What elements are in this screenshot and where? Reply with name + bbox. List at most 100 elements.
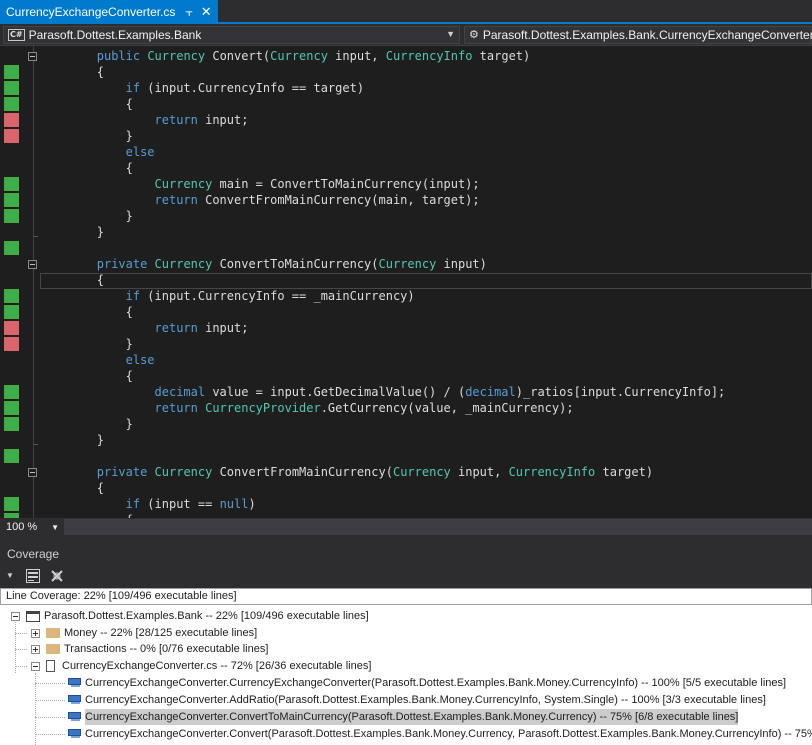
tree-row-method[interactable]: CurrencyExchangeConverter.AddRatio(Paras…: [68, 692, 766, 708]
collapse-icon[interactable]: [31, 661, 40, 671]
tree-label: CurrencyExchangeConverter.cs -- 72% [26/…: [62, 660, 372, 672]
code-line: private Currency ConvertToMainCurrency(C…: [97, 256, 487, 272]
tree-row-method-selected[interactable]: CurrencyExchangeConverter.ConvertToMainC…: [68, 709, 739, 725]
keyword-token: else: [125, 353, 155, 367]
code-token: ConvertToMainCurrency(: [212, 257, 379, 271]
tree-row-transactions[interactable]: Transactions -- 0% [0/76 executable line…: [31, 641, 268, 657]
expand-icon[interactable]: [31, 644, 40, 654]
type-token: CurrencyProvider: [205, 401, 321, 415]
code-token: (input.CurrencyInfo == _mainCurrency): [140, 289, 415, 303]
tree-row-file[interactable]: CurrencyExchangeConverter.cs -- 72% [26/…: [31, 658, 371, 674]
dropdown-arrow-icon[interactable]: ▼: [6, 571, 14, 580]
coverage-margin: [0, 46, 20, 518]
covered-line-marker: [4, 193, 19, 207]
coverage-toolbar: ▼: [0, 564, 812, 588]
code-line: if (input == null): [126, 496, 256, 512]
tree-row-method[interactable]: CurrencyExchangeConverter.CurrencyExchan…: [68, 675, 786, 691]
code-token: main = ConvertToMainCurrency(input);: [212, 177, 480, 191]
method-icon: [68, 729, 81, 739]
collapse-region-icon[interactable]: [28, 260, 37, 269]
code-line: private Currency ConvertFromMainCurrency…: [97, 464, 653, 480]
code-line: }: [126, 336, 133, 352]
code-line: }: [97, 432, 104, 448]
tree-row-method[interactable]: CurrencyExchangeConverter.Convert(Paraso…: [68, 726, 812, 742]
folder-icon: [46, 628, 60, 638]
horizontal-scrollbar[interactable]: [64, 519, 812, 535]
covered-line-marker: [4, 209, 19, 223]
code-token: input;: [197, 321, 249, 335]
code-token: input;: [197, 113, 249, 127]
type-token: Currency: [154, 257, 213, 271]
tree-row-money[interactable]: Money -- 22% [28/125 executable lines]: [31, 625, 257, 641]
collapse-region-icon[interactable]: [28, 468, 37, 477]
zoom-dropdown[interactable]: 100 % ▼: [2, 519, 62, 535]
method-icon: [68, 678, 81, 688]
uncovered-line-marker: [4, 337, 19, 351]
code-token: }: [96, 225, 104, 239]
code-line: return input;: [155, 320, 249, 336]
class-dropdown[interactable]: ⚙ Parasoft.Dottest.Examples.Bank.Currenc…: [464, 26, 812, 44]
covered-line-marker: [4, 289, 19, 303]
code-token: value = input.GetDecimalValue() / (: [205, 385, 466, 399]
code-token: .GetCurrency(value, _mainCurrency);: [320, 401, 574, 415]
collapse-all-icon[interactable]: [25, 568, 41, 584]
covered-line-marker: [4, 177, 19, 191]
code-line: }: [126, 416, 133, 432]
code-token: input): [436, 257, 487, 271]
keyword-token: if: [125, 289, 141, 303]
covered-line-marker: [4, 385, 19, 399]
code-token: }: [125, 129, 133, 143]
chevron-down-icon: ▼: [51, 522, 59, 532]
tree-label: CurrencyExchangeConverter.CurrencyExchan…: [85, 677, 787, 689]
keyword-token: private: [96, 465, 155, 479]
code-editor[interactable]: public Currency Convert(Currency input, …: [0, 46, 812, 518]
covered-line-marker: [4, 81, 19, 95]
keyword-token: return: [154, 193, 198, 207]
code-line: else: [126, 144, 155, 160]
code-token: }: [125, 417, 133, 431]
tab-currency-exchange-converter[interactable]: CurrencyExchangeConverter.cs ⫟ ✕: [0, 0, 218, 24]
code-token: ): [248, 497, 256, 511]
current-line-highlight: [40, 273, 812, 289]
keyword-token: decimal: [154, 385, 206, 399]
uncovered-line-marker: [4, 129, 19, 143]
pin-icon[interactable]: ⫟: [185, 5, 192, 20]
type-token: Currency: [147, 49, 206, 63]
project-dropdown[interactable]: C# Parasoft.Dottest.Examples.Bank ▼: [3, 26, 460, 44]
type-token: Currency: [378, 257, 437, 271]
close-icon[interactable]: ✕: [201, 4, 212, 20]
clear-coverage-icon[interactable]: [49, 568, 65, 584]
coverage-tree[interactable]: Parasoft.Dottest.Examples.Bank -- 22% [1…: [0, 605, 812, 745]
covered-line-marker: [4, 305, 19, 319]
code-line: Currency main = ConvertToMainCurrency(in…: [155, 176, 480, 192]
tree-row-project[interactable]: Parasoft.Dottest.Examples.Bank -- 22% [1…: [11, 608, 369, 624]
code-line: {: [126, 160, 133, 176]
code-token: (input.CurrencyInfo == target): [140, 81, 365, 95]
code-line: {: [126, 96, 133, 112]
type-token: Currency: [154, 465, 213, 479]
collapse-icon[interactable]: [11, 611, 20, 621]
keyword-token: if: [125, 497, 141, 511]
keyword-token: decimal: [465, 385, 516, 399]
document-tab-bar: CurrencyExchangeConverter.cs ⫟ ✕: [0, 0, 812, 24]
tree-label: Transactions -- 0% [0/76 executable line…: [64, 643, 269, 655]
code-token: input,: [327, 49, 386, 63]
editor-bottom-bar: 100 % ▼: [0, 518, 812, 536]
code-token: {: [125, 97, 133, 111]
expand-icon[interactable]: [31, 628, 40, 638]
region-end-mark: [33, 236, 38, 237]
covered-line-marker: [4, 97, 19, 111]
file-icon: [46, 660, 55, 672]
tree-label: Parasoft.Dottest.Examples.Bank -- 22% [1…: [44, 610, 369, 622]
code-token: {: [96, 65, 104, 79]
keyword-token: return: [154, 113, 198, 127]
code-line: }: [97, 224, 104, 240]
keyword-token: return: [154, 401, 206, 415]
coverage-panel-title: Coverage: [7, 547, 60, 561]
code-line: return ConvertFromMainCurrency(main, tar…: [155, 192, 480, 208]
code-token: {: [125, 305, 133, 319]
code-token: }: [96, 433, 104, 447]
collapse-region-icon[interactable]: [28, 52, 37, 61]
class-dropdown-label: Parasoft.Dottest.Examples.Bank.CurrencyE…: [482, 28, 812, 42]
code-token: {: [125, 161, 133, 175]
